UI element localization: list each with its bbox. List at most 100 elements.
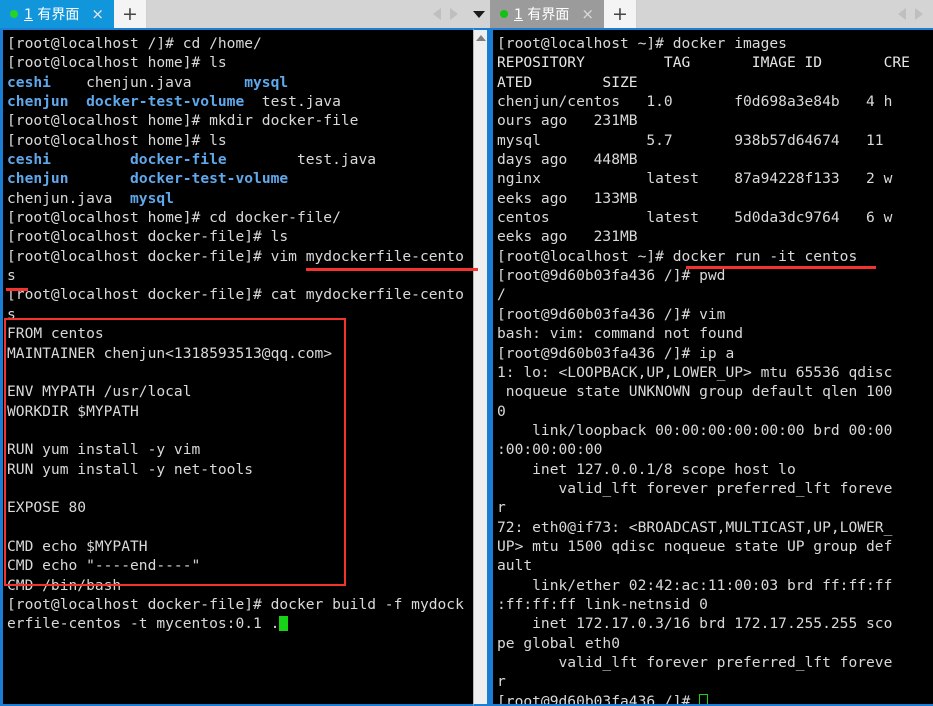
terminal-line: CMD echo $MYPATH [7, 537, 473, 556]
right-tab-1[interactable]: 1 有界面 × [490, 0, 604, 28]
left-tab-1-label: 1 有界面 [24, 4, 79, 24]
terminal-text: noqueue state UNKNOWN group default qlen… [497, 383, 893, 401]
terminal-line: bash: vim: command not found [497, 324, 933, 343]
right-new-tab-button[interactable]: + [603, 0, 637, 28]
terminal-text: mysql [130, 189, 174, 207]
chevron-left-icon[interactable] [433, 8, 441, 20]
left-tab-1[interactable]: 1 有界面 × [0, 0, 114, 28]
terminal-line: CMD /bin/bash [7, 576, 473, 595]
terminal-line: chenjun docker-test-volume test.java [7, 92, 473, 111]
terminal-line: [root@localhost docker-file]# vim mydock… [7, 247, 473, 266]
right-tabbar: 1 有界面 × + [490, 0, 933, 28]
terminal-text: RUN yum install -y net-tools [7, 460, 254, 478]
terminal-line: :ff:ff:ff link-netnsid 0 [497, 595, 933, 614]
terminal-line: erfile-centos -t mycentos:0.1 . [7, 614, 473, 633]
terminal-text: [root@localhost ~]# docker run -it cento… [497, 247, 858, 265]
right-terminal-wrap: [root@localhost ~]# docker images REPOSIT… [490, 28, 933, 706]
terminal-text: :ff:ff:ff link-netnsid 0 [497, 595, 708, 613]
left-tab-nav [427, 0, 468, 28]
terminal-text: r [497, 673, 506, 691]
terminal-text: ours ago 231MB [497, 112, 638, 130]
terminal-line: s [7, 305, 473, 324]
terminal-text: erfile-centos -t mycentos:0.1 . [7, 615, 280, 633]
terminal-text: eeks ago 133MB [497, 189, 638, 207]
terminal-text: 72: eth0@if73: <BROADCAST,MULTICAST,UP,L… [497, 518, 893, 536]
terminal-line: valid_lft forever preferred_lft foreve [497, 653, 933, 672]
scrollbar-track[interactable] [474, 41, 487, 704]
terminal-line: eeks ago 231MB [497, 227, 933, 246]
terminal-text: [root@localhost home]# ls [7, 54, 227, 72]
terminal-cursor [279, 616, 289, 632]
terminal-line: ceshi docker-file test.java [7, 150, 473, 169]
terminal-line: link/loopback 00:00:00:00:00:00 brd 00:0… [497, 421, 933, 440]
terminal-line: CMD echo "----end----" [7, 556, 473, 575]
terminal-text: [root@9d60b03fa436 /]# [497, 692, 700, 706]
left-terminal-output[interactable]: [root@localhost /]# cd /home/ [root@local… [0, 28, 473, 706]
terminal-line: [root@localhost /]# cd /home/ [7, 34, 473, 53]
terminal-text: [root@localhost docker-file]# docker bui… [7, 595, 464, 613]
left-terminal-wrap: [root@localhost /]# cd /home/ [root@local… [0, 28, 490, 706]
terminal-line: WORKDIR $MYPATH [7, 402, 473, 421]
terminal-text: ceshi [7, 73, 51, 91]
terminal-text: r [497, 499, 506, 517]
chevron-left-icon[interactable] [898, 8, 906, 20]
left-terminal-scrollbar[interactable] [473, 28, 490, 706]
terminal-text: RUN yum install -y vim [7, 441, 201, 459]
terminal-line: FROM centos [7, 324, 473, 343]
terminal-text: [root@localhost ~]# docker images [497, 35, 787, 52]
terminal-text: eeks ago 231MB [497, 228, 638, 246]
terminal-text: inet 127.0.0.1/8 scope host lo [497, 460, 796, 478]
terminal-line: [root@9d60b03fa436 /]# vim [497, 305, 933, 324]
left-new-tab-button[interactable]: + [113, 0, 147, 28]
terminal-line: r [497, 498, 933, 517]
terminal-text: MAINTAINER chenjun<1318593513@qq.com> [7, 344, 333, 362]
terminal-text: bash: vim: command not found [497, 325, 744, 343]
terminal-text: chenjun.java [50, 73, 245, 91]
terminal-line: RUN yum install -y vim [7, 440, 473, 459]
terminal-line: ceshi chenjun.java mysql [7, 73, 473, 92]
terminal-app-window: 1 有界面 × + [root@localhost /]# cd /home/[… [0, 0, 933, 706]
connected-dot-icon [500, 10, 508, 18]
terminal-line: [root@9d60b03fa436 /]# pwd [497, 266, 933, 285]
terminal-line: chenjun.java mysql [7, 189, 473, 208]
terminal-text: test.java [226, 151, 377, 169]
terminal-line: EXPOSE 80 [7, 498, 473, 517]
terminal-line: 0 [497, 402, 933, 421]
terminal-line: inet 172.17.0.3/16 brd 172.17.255.255 sc… [497, 614, 933, 633]
terminal-line: / [497, 285, 933, 304]
terminal-text: / [497, 286, 506, 304]
terminal-line: ours ago 231MB [497, 111, 933, 130]
terminal-text: mysql 5.7 938b57d64674 11 [497, 131, 884, 149]
terminal-text: chenjun/centos 1.0 f0d698a3e84b 4 h [497, 93, 893, 111]
terminal-line: [root@localhost ~]# docker run -it cento… [497, 247, 933, 266]
terminal-text: docker-test-volume [130, 170, 289, 188]
right-terminal-output[interactable]: [root@localhost ~]# docker images REPOSIT… [490, 28, 933, 706]
terminal-text: [root@localhost home]# ls [7, 131, 227, 149]
terminal-text: ceshi [7, 151, 51, 169]
terminal-text: [root@9d60b03fa436 /]# ip a [497, 344, 735, 362]
terminal-line: REPOSITORY TAG IMAGE ID CRE [497, 53, 933, 72]
terminal-line: [root@9d60b03fa436 /]# [497, 692, 933, 706]
terminal-text: chenjun docker-test-volume [7, 93, 245, 111]
terminal-text: 1: lo: <LOOPBACK,UP,LOWER_UP> mtu 65536 … [497, 363, 893, 381]
terminal-line: nginx latest 87a94228f133 2 w [497, 169, 933, 188]
terminal-text: [root@localhost docker-file]# vim mydock… [7, 247, 464, 265]
chevron-right-icon[interactable] [450, 8, 458, 20]
terminal-text: UP> mtu 1500 qdisc noqueue state UP grou… [497, 537, 893, 555]
right-tab-1-label: 1 有界面 [514, 4, 569, 24]
terminal-line: 1: lo: <LOOPBACK,UP,LOWER_UP> mtu 65536 … [497, 363, 933, 382]
terminal-line: pe global eth0 [497, 634, 933, 653]
left-tab-1-text: 有界面 [37, 7, 80, 23]
right-tab-1-close-icon[interactable]: × [579, 6, 596, 22]
left-tab-dropdown-icon[interactable] [468, 0, 490, 28]
terminal-line: [root@localhost docker-file]# cat mydock… [7, 285, 473, 304]
terminal-text: FROM centos [7, 325, 104, 343]
terminal-line: :00:00:00:00 [497, 440, 933, 459]
terminal-line: noqueue state UNKNOWN group default qlen… [497, 382, 933, 401]
left-tab-1-close-icon[interactable]: × [89, 6, 106, 22]
chevron-right-icon[interactable] [915, 8, 923, 20]
